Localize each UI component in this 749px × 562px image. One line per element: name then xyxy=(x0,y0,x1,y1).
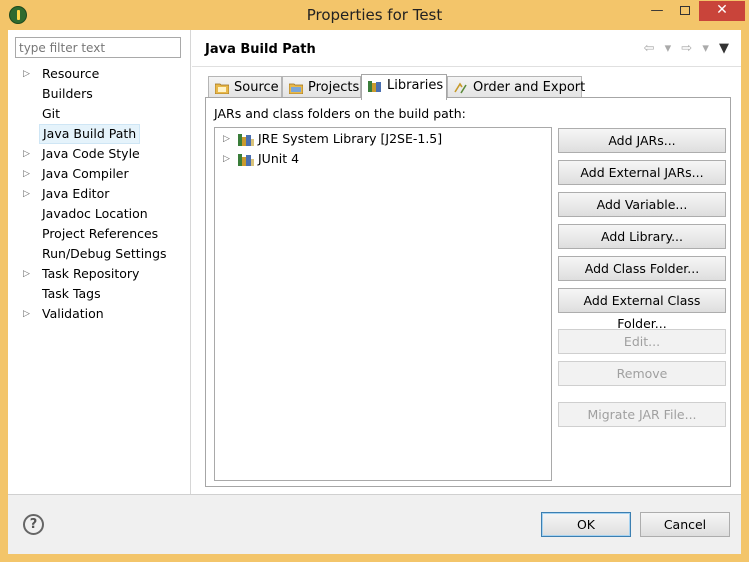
add-class-folder-button[interactable]: Add Class Folder... xyxy=(558,256,726,281)
tab-libraries[interactable]: Libraries xyxy=(361,74,447,100)
dialog-body: ▷Resource Builders Git Java Build Path ▷… xyxy=(8,30,741,554)
tab-projects[interactable]: Projects xyxy=(282,76,361,99)
add-jars-button[interactable]: Add JARs... xyxy=(558,128,726,153)
properties-navigation: ▷Resource Builders Git Java Build Path ▷… xyxy=(8,30,191,494)
close-button[interactable]: ✕ xyxy=(699,1,745,21)
expand-arrow-icon[interactable]: ▷ xyxy=(23,304,30,324)
libraries-panel: JARs and class folders on the build path… xyxy=(205,97,731,487)
window-title: Properties for Test xyxy=(306,6,443,24)
remove-button[interactable]: Remove xyxy=(558,361,726,386)
libraries-heading: JARs and class folders on the build path… xyxy=(214,106,466,121)
filter-input[interactable] xyxy=(15,37,181,58)
property-page: Java Build Path ⇦ ▾ ⇨ ▾ ▼ Source Project… xyxy=(192,30,741,494)
back-dropdown-icon[interactable]: ▾ xyxy=(665,41,672,56)
tab-source[interactable]: Source xyxy=(208,76,282,99)
expand-arrow-icon[interactable]: ▷ xyxy=(223,149,230,169)
add-external-jars-button[interactable]: Add External JARs... xyxy=(558,160,726,185)
help-icon[interactable]: ? xyxy=(23,514,44,535)
add-external-class-folder-button[interactable]: Add External Class Folder... xyxy=(558,288,726,331)
expand-arrow-icon[interactable]: ▷ xyxy=(23,184,30,204)
order-export-icon xyxy=(454,82,467,94)
properties-window: Properties for Test — ✕ ▷Resource Builde… xyxy=(0,0,749,562)
view-menu-icon[interactable]: ▼ xyxy=(719,41,729,56)
page-title: Java Build Path xyxy=(205,42,316,57)
expand-arrow-icon[interactable]: ▷ xyxy=(23,144,30,164)
expand-arrow-icon[interactable]: ▷ xyxy=(23,164,30,184)
forward-dropdown-icon[interactable]: ▾ xyxy=(702,41,709,56)
title-bar[interactable]: Properties for Test — ✕ xyxy=(0,0,749,30)
page-navigation: ⇦ ▾ ⇨ ▾ ▼ xyxy=(638,41,729,56)
cancel-button[interactable]: Cancel xyxy=(640,512,730,537)
maximize-icon xyxy=(680,6,690,15)
tab-order-and-export[interactable]: Order and Export xyxy=(447,76,585,99)
edit-button[interactable]: Edit... xyxy=(558,329,726,354)
library-list[interactable]: ▷ JRE System Library [J2SE-1.5] ▷ JUnit … xyxy=(214,127,552,481)
forward-arrow-icon[interactable]: ⇨ xyxy=(681,41,692,56)
projects-folder-icon xyxy=(289,83,303,94)
ok-button[interactable]: OK xyxy=(541,512,631,537)
expand-arrow-icon[interactable]: ▷ xyxy=(223,129,230,149)
add-library-button[interactable]: Add Library... xyxy=(558,224,726,249)
source-folder-icon xyxy=(215,83,229,94)
minimize-button[interactable]: — xyxy=(643,1,671,21)
header-divider xyxy=(192,66,741,67)
add-variable-button[interactable]: Add Variable... xyxy=(558,192,726,217)
migrate-jar-button[interactable]: Migrate JAR File... xyxy=(558,402,726,427)
dialog-footer: ? OK Cancel xyxy=(8,495,741,554)
jar-library-icon xyxy=(238,154,254,166)
back-arrow-icon[interactable]: ⇦ xyxy=(644,41,655,56)
library-icon xyxy=(368,81,381,92)
expand-arrow-icon[interactable]: ▷ xyxy=(23,264,30,284)
jar-library-icon xyxy=(238,134,254,146)
maximize-button[interactable] xyxy=(671,1,699,21)
expand-arrow-icon[interactable]: ▷ xyxy=(23,64,30,84)
